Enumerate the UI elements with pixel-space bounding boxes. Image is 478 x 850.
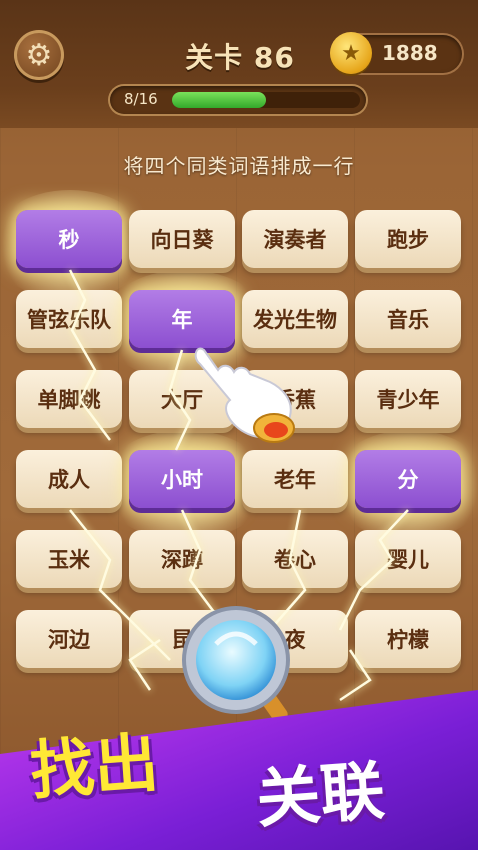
pointing-hand-icon bbox=[194, 347, 295, 443]
slogan-left: 找出 bbox=[27, 726, 161, 810]
slogan-right: 关联 bbox=[253, 754, 387, 838]
magnifier-icon bbox=[182, 606, 290, 723]
